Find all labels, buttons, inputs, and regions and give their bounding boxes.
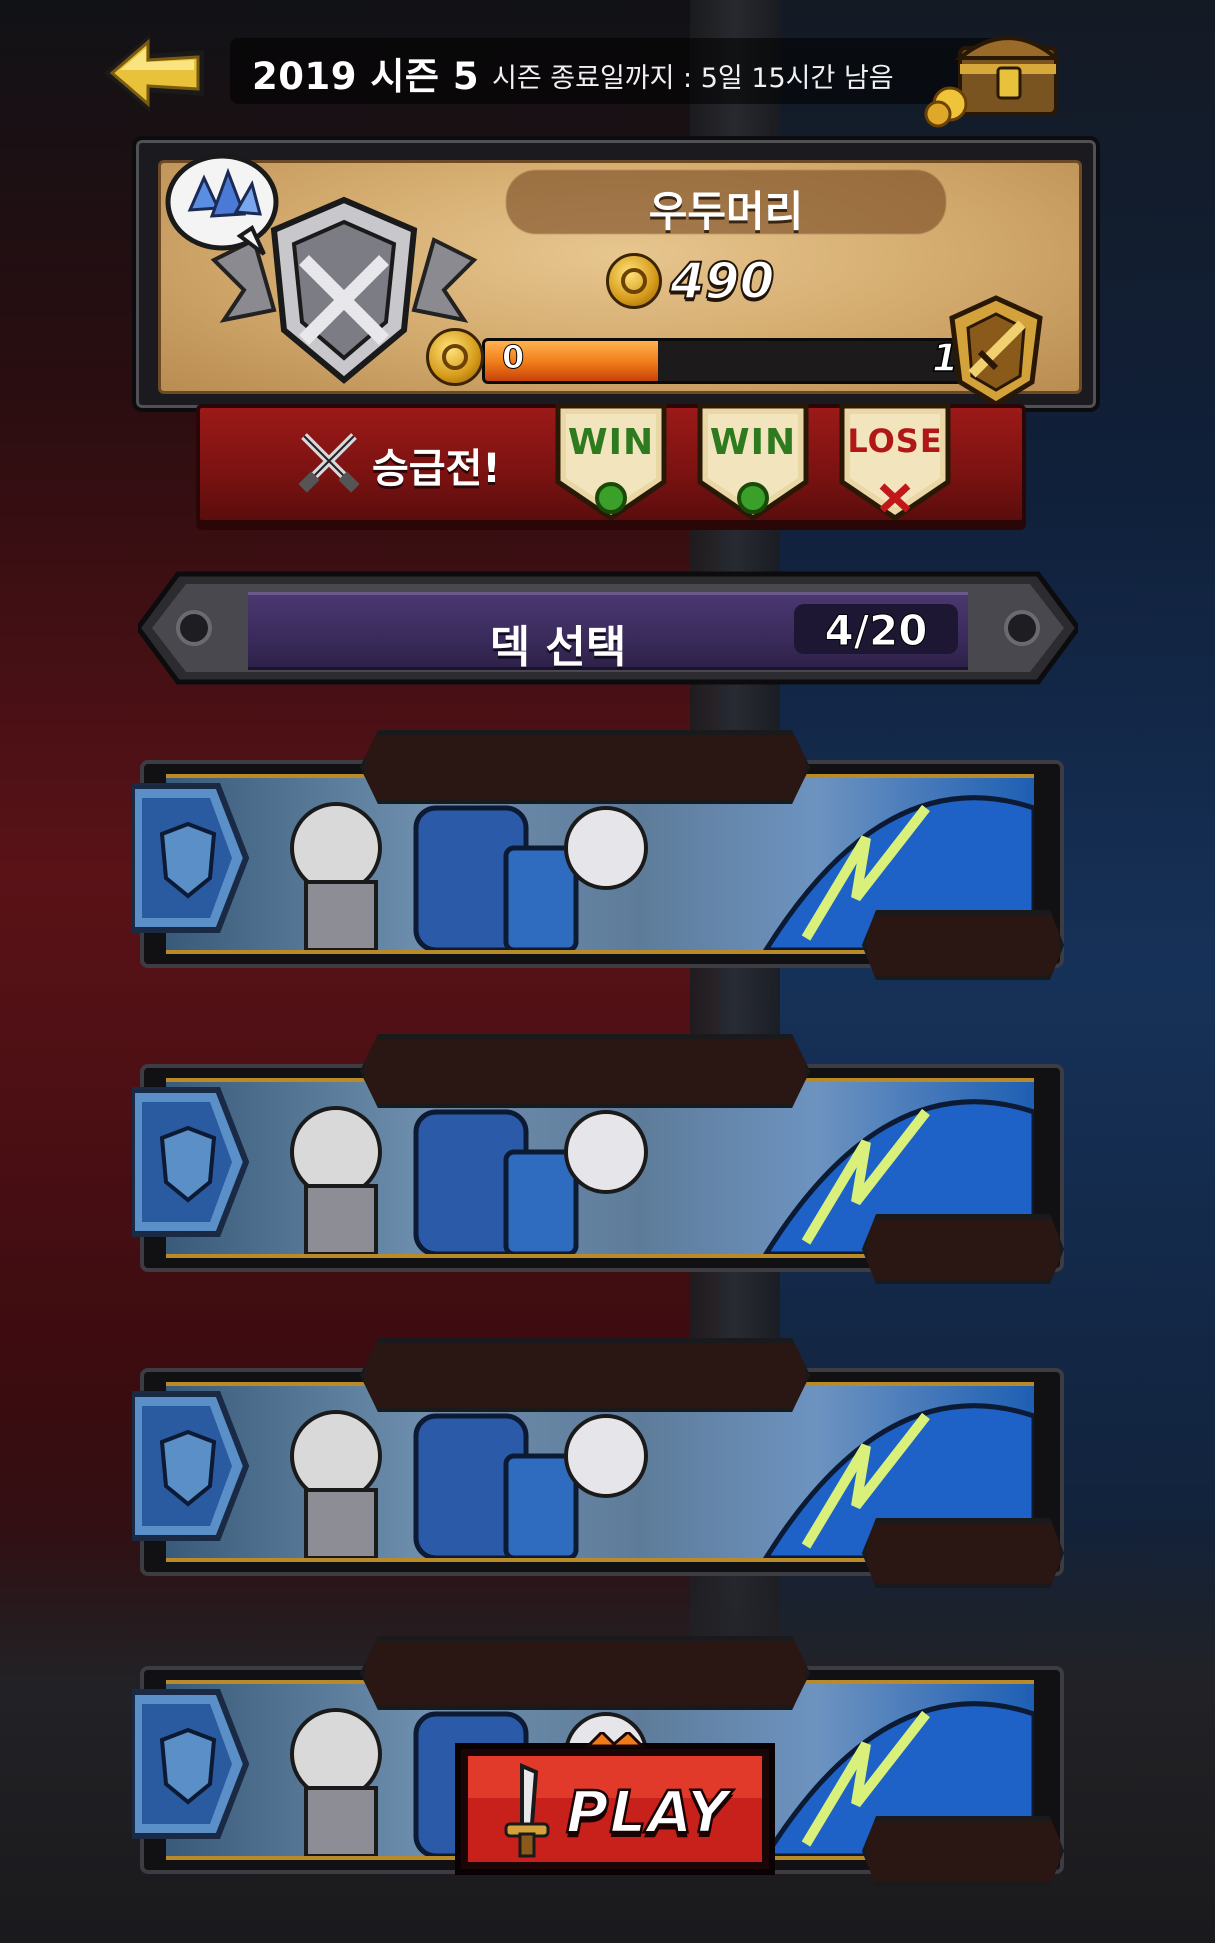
crystal-bubble-icon <box>165 153 279 256</box>
play-button-label: PLAY <box>565 1777 730 1848</box>
deck-name-bar <box>360 1636 810 1710</box>
deck-slot-2[interactable] <box>132 1034 1064 1284</box>
gold-sword-emblem-icon <box>949 295 1043 407</box>
promotion-result-1: WIN <box>552 402 670 522</box>
rank-points: 490 <box>606 251 775 311</box>
promotion-label: 승급전! <box>372 446 501 492</box>
deck-name-bar <box>360 1034 810 1108</box>
shield-class-icon <box>132 1087 250 1237</box>
season-reward-chest[interactable] <box>920 18 1070 128</box>
promotion-result-text: WIN <box>567 422 655 463</box>
player-name: 우두머리 <box>648 187 804 236</box>
progress-coin-icon <box>426 328 484 386</box>
deck-name-bar <box>360 730 810 804</box>
progress-min: 0 <box>501 338 525 377</box>
crossed-swords-icon <box>298 433 360 493</box>
deck-count: 4/20 <box>824 606 928 656</box>
rank-panel: 우두머리 490 0 150 <box>132 136 1100 412</box>
shield-class-icon <box>132 1689 250 1839</box>
deck-card-count <box>862 910 1064 980</box>
shield-class-icon <box>132 1391 250 1541</box>
deck-select-title: 덱 선택 <box>489 622 627 673</box>
play-button[interactable]: PLAY <box>448 1732 782 1884</box>
deck-name-bar <box>360 1338 810 1412</box>
shield-class-icon <box>132 783 250 933</box>
promotion-result-text: LOSE <box>847 422 943 460</box>
rank-points-value: 490 <box>669 251 775 311</box>
promotion-result-text: WIN <box>709 422 797 463</box>
deck-card-count <box>862 1518 1064 1588</box>
arrow-left-icon <box>104 34 204 112</box>
deck-select-bar: 덱 선택 4/20 <box>138 570 1078 686</box>
back-button[interactable] <box>100 28 210 118</box>
promotion-result-2: WIN <box>694 402 812 522</box>
next-tier-emblem <box>936 290 1056 410</box>
season-header: 2019 시즌 5 시즌 종료일까지 : 5일 15시간 남음 <box>100 28 1080 128</box>
treasure-chest-icon <box>924 36 1062 128</box>
deck-slot-1[interactable] <box>132 730 1064 980</box>
deck-card-count <box>862 1214 1064 1284</box>
sword-icon <box>504 1762 550 1858</box>
promotion-banner: 승급전! WIN WIN LOSE <box>196 402 1026 524</box>
season-remaining-time: 시즌 종료일까지 : 5일 15시간 남음 <box>492 63 894 94</box>
promotion-result-3: LOSE <box>836 402 954 522</box>
deck-card-count <box>862 1816 1064 1886</box>
season-title: 2019 시즌 5 <box>252 55 480 98</box>
rank-coin-icon <box>606 253 662 309</box>
deck-slot-3[interactable] <box>132 1338 1064 1588</box>
